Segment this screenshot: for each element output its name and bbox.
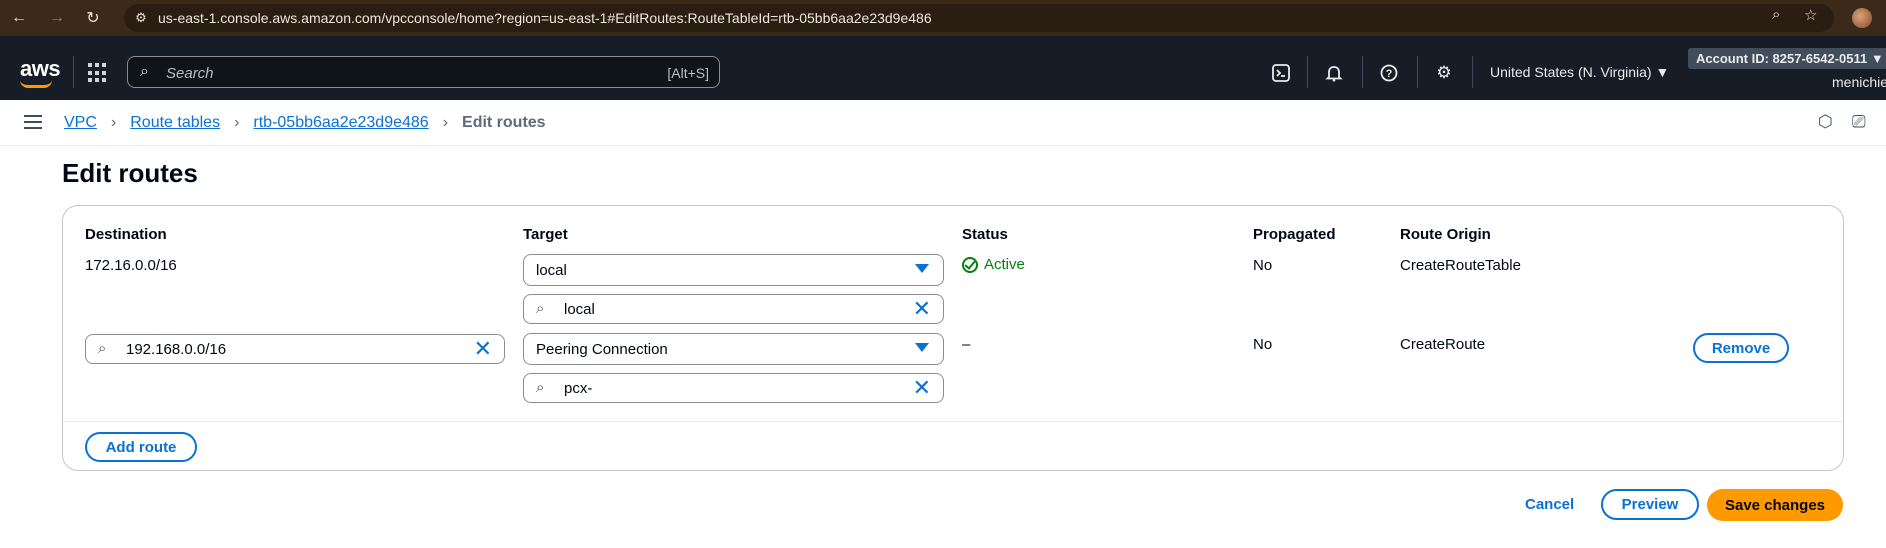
header-divider — [73, 56, 74, 88]
region-selector[interactable]: United States (N. Virginia) ▼ — [1490, 64, 1669, 80]
preview-button[interactable]: Preview — [1601, 489, 1699, 520]
route-destination: 172.16.0.0/16 — [85, 257, 177, 274]
profile-avatar[interactable] — [1852, 8, 1872, 28]
column-header-status: Status — [962, 226, 1008, 243]
aws-logo-smile — [20, 80, 52, 88]
caret-down-icon — [915, 343, 929, 352]
header-divider — [1307, 56, 1308, 88]
column-header-target: Target — [523, 226, 568, 243]
target-id-value: pcx- — [564, 380, 593, 397]
route-propagated: No — [1253, 336, 1273, 353]
help-icon[interactable]: ? — [1378, 62, 1400, 84]
breadcrumb: VPC › Route tables › rtb-05bb6aa2e23d9e4… — [64, 114, 546, 132]
route-status-text: Active — [984, 256, 1025, 273]
aws-logo-text: aws — [20, 56, 61, 81]
user-menu[interactable]: menichie — [1832, 74, 1886, 90]
header-divider — [1472, 56, 1473, 88]
search-shortcut: [Alt+S] — [667, 65, 709, 81]
site-info-icon[interactable]: ⚙ — [132, 9, 150, 27]
route-propagated: No — [1253, 257, 1273, 274]
chevron-right-icon: › — [110, 114, 117, 131]
search-icon: ⌕ — [536, 300, 545, 317]
chevron-right-icon: › — [442, 114, 449, 131]
save-changes-button[interactable]: Save changes — [1707, 489, 1843, 521]
column-header-route-origin: Route Origin — [1400, 226, 1491, 243]
destination-value: 192.168.0.0/16 — [126, 341, 227, 358]
header-divider — [1362, 56, 1363, 88]
breadcrumb-current: Edit routes — [462, 114, 546, 131]
route-status: – — [962, 336, 971, 353]
aws-logo[interactable]: aws — [20, 56, 61, 88]
add-route-button[interactable]: Add route — [85, 432, 197, 462]
back-icon[interactable]: ← — [8, 7, 30, 29]
target-id-input[interactable]: ⌕ local ✕ — [523, 294, 944, 324]
browser-toolbar: ← → ↻ ⚙ us-east-1.console.aws.amazon.com… — [0, 0, 1886, 36]
route-origin: CreateRoute — [1400, 336, 1486, 353]
cancel-button[interactable]: Cancel — [1525, 496, 1574, 513]
clear-icon[interactable]: ✕ — [474, 337, 492, 361]
clear-icon[interactable]: ✕ — [913, 297, 931, 321]
breadcrumb-route-table-id[interactable]: rtb-05bb6aa2e23d9e486 — [253, 114, 428, 132]
target-type-value: Peering Connection — [536, 341, 668, 358]
panel-divider — [63, 421, 1843, 422]
services-grid-icon[interactable] — [88, 63, 108, 83]
status-success-icon — [962, 256, 978, 273]
target-type-value: local — [536, 262, 567, 279]
page-title: Edit routes — [62, 158, 198, 188]
column-header-propagated: Propagated — [1253, 226, 1336, 243]
header-divider — [1417, 56, 1418, 88]
svg-text:?: ? — [1386, 68, 1393, 80]
settings-gear-icon[interactable]: ⚙ — [1433, 62, 1455, 84]
target-type-select[interactable]: local — [523, 254, 944, 286]
bookmark-star-icon[interactable]: ☆ — [1804, 6, 1817, 24]
chevron-right-icon: › — [234, 114, 240, 131]
search-placeholder: Search — [166, 65, 214, 82]
search-icon: ⌕ — [536, 379, 545, 396]
reload-icon[interactable]: ↻ — [82, 7, 104, 29]
account-id-menu[interactable]: Account ID: 8257-6542-0511 ▼ — [1688, 48, 1886, 69]
url-text[interactable]: us-east-1.console.aws.amazon.com/vpccons… — [158, 10, 932, 26]
breadcrumb-bar: VPC › Route tables › rtb-05bb6aa2e23d9e4… — [0, 100, 1886, 146]
search-icon: ⌕ — [140, 63, 149, 80]
remove-route-button[interactable]: Remove — [1693, 333, 1789, 363]
route-origin: CreateRouteTable — [1400, 257, 1521, 274]
search-icon: ⌕ — [98, 340, 107, 357]
caret-down-icon — [915, 264, 929, 273]
search-input[interactable]: ⌕ Search [Alt+S] — [127, 56, 720, 88]
cloudshell-icon[interactable] — [1270, 62, 1292, 84]
notifications-bell-icon[interactable] — [1323, 62, 1345, 84]
breadcrumb-vpc[interactable]: VPC — [64, 114, 97, 132]
breadcrumb-route-tables[interactable]: Route tables — [130, 114, 220, 132]
target-id-input[interactable]: ⌕ pcx- ✕ — [523, 373, 944, 403]
route-status: Active — [962, 256, 1025, 273]
column-header-destination: Destination — [85, 226, 167, 243]
menu-hamburger-icon[interactable] — [24, 115, 42, 129]
tools-panel-icon[interactable]: ⎚ — [1852, 112, 1866, 132]
address-bar[interactable]: ⚙ us-east-1.console.aws.amazon.com/vpcco… — [124, 4, 1834, 32]
destination-input[interactable]: ⌕ 192.168.0.0/16 ✕ — [85, 334, 505, 364]
clear-icon[interactable]: ✕ — [913, 376, 931, 400]
target-id-value: local — [564, 301, 595, 318]
zoom-icon[interactable]: ⌕ — [1772, 6, 1780, 23]
forward-icon[interactable]: → — [46, 7, 68, 29]
info-panel-icon[interactable]: ⬡ — [1818, 112, 1833, 132]
target-type-select[interactable]: Peering Connection — [523, 333, 944, 365]
